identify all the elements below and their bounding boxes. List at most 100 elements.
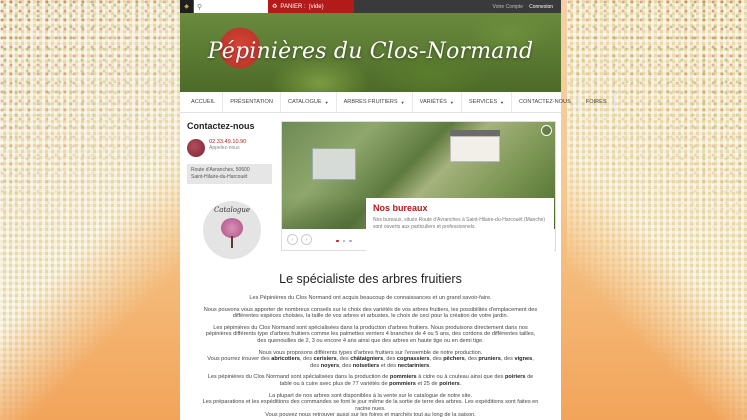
nav-label: ACCUEIL: [191, 99, 216, 105]
tree-icon: [221, 218, 243, 238]
nav-item-arbres-fruitiers[interactable]: ARBRES FRUITIERS ▼: [337, 92, 413, 112]
nav-item-contact[interactable]: CONTACTEZ-NOUS: [512, 92, 579, 112]
phone-subtitle: Appelez-nous: [209, 145, 240, 151]
sidebar-title: Contactez-nous: [187, 121, 255, 131]
paragraph-text: .: [459, 380, 462, 387]
cart-icon: ♻: [272, 4, 278, 10]
page-container: ◆ ⚲ ♻ PANIER : (vide) Votre Compte Conne…: [180, 0, 615, 420]
caret-down-icon: ▼: [500, 99, 505, 105]
fruit-link[interactable]: noyers: [321, 363, 339, 369]
fruit-link[interactable]: pommiers: [389, 381, 416, 387]
search-input[interactable]: [202, 3, 266, 10]
address-block: Route d'Avranches, 50600 Saint-Hilaire-d…: [187, 164, 272, 184]
catalogue-button[interactable]: Catalogue: [203, 201, 261, 259]
nav-label: VARIÉTÉS: [419, 99, 447, 105]
paragraph: Les pépinières du Clos Normand sont spéc…: [205, 324, 536, 344]
fruit-link[interactable]: pommiers: [390, 374, 417, 380]
slider-dot[interactable]: [336, 239, 339, 242]
cart-label: PANIER :: [280, 3, 306, 10]
paragraph: Les pépinières du Clos Normand sont spéc…: [202, 374, 539, 387]
caption-title: Nos bureaux: [373, 203, 428, 213]
catalogue-label: Catalogue: [213, 206, 251, 214]
nav-label: PRÉSENTATION: [230, 99, 273, 105]
avatar: [187, 139, 205, 157]
paragraph-text: La plupart de nos arbres sont disponible…: [268, 392, 473, 399]
fruit-link[interactable]: châtaigniers: [350, 356, 383, 362]
paragraph: La plupart de nos arbres sont disponible…: [202, 393, 539, 419]
nav-item-presentation[interactable]: PRÉSENTATION: [223, 92, 281, 112]
slider-dot[interactable]: [349, 239, 352, 242]
caret-down-icon: ▼: [449, 99, 454, 105]
paragraph: Nous vous proposons différents types d'a…: [202, 350, 539, 370]
fruit-link[interactable]: noisetiers: [353, 363, 379, 369]
account-links: Votre Compte Connexion: [493, 4, 561, 10]
tree-trunk: [231, 236, 233, 248]
cart-state: (vide): [308, 3, 324, 10]
site-title[interactable]: Pépinières du Clos-Normand: [180, 39, 561, 64]
fruit-link[interactable]: cerisiers: [314, 356, 337, 362]
nav-item-catalogue[interactable]: CATALOGUE ▼: [281, 92, 337, 112]
separator: , des: [500, 356, 515, 363]
cart-button[interactable]: ♻ PANIER : (vide): [268, 0, 354, 13]
nav-item-foires[interactable]: FOIRES: [579, 92, 615, 112]
fruit-link[interactable]: poiriers: [439, 381, 460, 387]
next-arrow-icon[interactable]: ›: [301, 234, 312, 245]
nav-item-services[interactable]: SERVICES ▼: [462, 92, 513, 112]
separator: .: [429, 362, 431, 369]
separator: , des: [464, 356, 479, 363]
nav-label: ARBRES FRUITIERS: [343, 99, 398, 105]
paragraph: Les Pépinières du Clos Normand ont acqui…: [249, 295, 492, 301]
prev-arrow-icon[interactable]: ‹: [287, 234, 298, 245]
paragraph-text: à cidre ou à couteau ainsi que des: [416, 374, 505, 381]
fruit-link[interactable]: cognassiers: [397, 356, 430, 362]
nav-label: FOIRES: [585, 99, 607, 105]
sidebar: Contactez-nous 02.33.49.10.90 Appelez-no…: [187, 121, 275, 259]
caret-down-icon: ▼: [324, 99, 329, 105]
nav-label: CONTACTEZ-NOUS: [519, 99, 571, 105]
caret-down-icon: ▼: [400, 99, 405, 105]
fruit-link[interactable]: pêchers: [443, 356, 464, 362]
paragraph-text: Les préparations et les expéditions des …: [202, 399, 539, 412]
address-line: Route d'Avranches, 50600: [191, 167, 250, 173]
hero-banner: Pépinières du Clos-Normand: [180, 13, 561, 92]
search-box: ⚲: [194, 0, 268, 13]
main-content: Le spécialiste des arbres fruitiers Les …: [180, 272, 561, 419]
paragraph-text: Les pépinières du Clos Normand sont spéc…: [207, 374, 390, 381]
main-nav: ACCUEIL PRÉSENTATION CATALOGUE ▼ ARBRES F…: [180, 92, 615, 113]
paragraph: Nous pouvons vous apporter de nombreux c…: [203, 306, 538, 320]
greenhouse-shape: [312, 148, 356, 180]
address-line: Saint-Hilaire-du-Harcouët: [191, 174, 248, 180]
main-heading: Le spécialiste des arbres fruitiers: [279, 272, 462, 286]
fruit-link[interactable]: poiriers: [505, 374, 526, 380]
separator: , des: [339, 362, 353, 369]
paragraph-text: Vous pouvez nous retrouver aussi sur les…: [265, 412, 476, 419]
fruit-link[interactable]: pruniers: [478, 356, 500, 362]
slider-dot[interactable]: [342, 239, 345, 242]
login-link[interactable]: Connexion: [529, 4, 553, 10]
separator: , des: [383, 356, 397, 363]
fruit-link[interactable]: abricotiers: [271, 356, 300, 362]
paragraph-text: et 25 de: [415, 380, 440, 387]
nav-item-varietes[interactable]: VARIÉTÉS ▼: [413, 92, 462, 112]
nav-label: CATALOGUE: [287, 99, 322, 105]
caption-text: Nos bureaux, situés Route d'Avranches à …: [373, 217, 546, 230]
house-shape: [450, 136, 500, 162]
fullscreen-icon[interactable]: [541, 125, 552, 136]
slider-arrows: ‹ ›: [287, 234, 312, 245]
background-dots-left: [0, 0, 180, 300]
fruit-link[interactable]: nectariniers: [398, 363, 430, 369]
slider-caption: Nos bureaux Nos bureaux, situés Route d'…: [366, 198, 554, 252]
separator: , des: [336, 356, 351, 363]
fruit-link[interactable]: vignes: [515, 356, 533, 362]
logo-icon[interactable]: ◆: [180, 0, 194, 13]
top-bar: ◆ ⚲ ♻ PANIER : (vide) Votre Compte Conne…: [180, 0, 561, 13]
nav-item-accueil[interactable]: ACCUEIL: [184, 92, 224, 112]
contact-block: 02.33.49.10.90 Appelez-nous: [187, 139, 275, 157]
separator: , des: [299, 356, 314, 363]
slider-pagination: [336, 239, 352, 242]
separator: , des: [429, 356, 444, 363]
paragraph-text: Nous vous proposons différents types d'a…: [258, 349, 483, 356]
separator: et des: [379, 362, 398, 369]
account-link[interactable]: Votre Compte: [493, 4, 524, 10]
nav-label: SERVICES: [468, 99, 498, 105]
